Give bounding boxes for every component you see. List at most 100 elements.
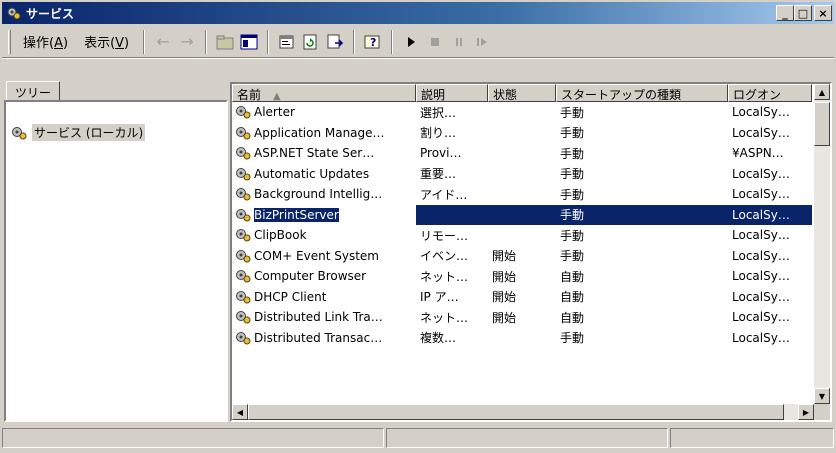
table-row[interactable]: Distributed Link Tra… ネット… 開始 自動 LocalSy… bbox=[232, 307, 812, 328]
services-gear-icon bbox=[7, 7, 21, 20]
cell-status bbox=[488, 164, 556, 185]
cell-startup-type: 手動 bbox=[560, 228, 585, 243]
maximize-button[interactable]: □ bbox=[794, 5, 812, 21]
table-row[interactable]: Automatic Updates 重要… 手動 LocalSy… bbox=[232, 164, 812, 185]
cell-status bbox=[488, 102, 556, 123]
properties-icon[interactable] bbox=[275, 30, 299, 54]
toolbar-grip[interactable] bbox=[8, 29, 11, 54]
cell-logon: LocalSy… bbox=[732, 166, 790, 181]
table-row[interactable]: Distributed Transac… 複数… 手動 LocalSy… bbox=[232, 328, 812, 349]
cell-description: Provi… bbox=[420, 146, 462, 161]
tree-tabbar: ツリー bbox=[4, 78, 228, 103]
service-name: BizPrintServer bbox=[254, 207, 339, 222]
service-gear-icon bbox=[236, 126, 251, 140]
scroll-right-icon[interactable]: ▶ bbox=[798, 404, 814, 420]
cell-status: 開始 bbox=[492, 290, 517, 305]
forward-arrow-icon[interactable]: → bbox=[175, 30, 199, 54]
table-row[interactable]: ASP.NET State Ser… Provi… 手動 ¥ASPN… bbox=[232, 143, 812, 164]
cell-name: Background Intellig… bbox=[232, 184, 416, 205]
service-name: Computer Browser bbox=[254, 269, 367, 284]
scroll-thumb[interactable] bbox=[814, 102, 830, 146]
cell-name: Distributed Transac… bbox=[232, 328, 416, 349]
cell-name: DHCP Client bbox=[232, 287, 416, 308]
cell-description: IP ア… bbox=[420, 290, 459, 305]
cell-startup-type: 自動 bbox=[560, 290, 585, 305]
cell-status: 開始 bbox=[492, 249, 517, 264]
cell-logon: LocalSy… bbox=[732, 105, 790, 120]
service-name: ASP.NET State Ser… bbox=[254, 146, 375, 161]
refresh-icon[interactable] bbox=[299, 30, 323, 54]
title-buttons: _ □ × bbox=[776, 5, 832, 21]
menu-action[interactable]: 操作(A) bbox=[15, 29, 76, 54]
cell-logon: LocalSy… bbox=[732, 125, 790, 140]
table-row[interactable]: Computer Browser ネット… 開始 自動 LocalSy… bbox=[232, 266, 812, 287]
cell-startup-type: 手動 bbox=[560, 249, 585, 264]
cell-status bbox=[488, 204, 556, 225]
service-gear-icon bbox=[236, 249, 251, 263]
cell-name: Computer Browser bbox=[232, 266, 416, 287]
cell-logon: LocalSy… bbox=[732, 228, 790, 243]
table-row[interactable]: BizPrintServer 手動 LocalSy… bbox=[232, 204, 812, 225]
cell-name: Application Manage… bbox=[232, 123, 416, 144]
export-list-icon[interactable] bbox=[323, 30, 347, 54]
cell-status bbox=[488, 143, 556, 164]
title-bar[interactable]: サービス _ □ × bbox=[2, 2, 834, 24]
cell-status: 開始 bbox=[492, 310, 517, 325]
table-row[interactable]: COM+ Event System イベン… 開始 手動 LocalSy… bbox=[232, 246, 812, 267]
cell-logon: LocalSy… bbox=[732, 330, 790, 345]
up-folder-icon[interactable] bbox=[213, 30, 237, 54]
menu-view[interactable]: 表示(V) bbox=[76, 29, 137, 54]
toolbar-separator bbox=[205, 29, 208, 54]
table-row[interactable]: Background Intellig… アイド… 手動 LocalSy… bbox=[232, 184, 812, 205]
table-row[interactable]: Application Manage… 割り… 手動 LocalSy… bbox=[232, 123, 812, 144]
minimize-button[interactable]: _ bbox=[776, 5, 794, 21]
service-name: Distributed Link Tra… bbox=[254, 310, 383, 325]
horizontal-scrollbar[interactable]: ◀ ▶ bbox=[232, 404, 814, 420]
cell-description: ネット… bbox=[420, 310, 469, 325]
column-header-logon[interactable]: ログオン bbox=[728, 84, 812, 102]
stop-service-icon[interactable] bbox=[423, 30, 447, 54]
cell-logon: LocalSy… bbox=[732, 187, 790, 202]
cell-name: ClipBook bbox=[232, 225, 416, 246]
services-gear-icon bbox=[12, 126, 27, 139]
cell-startup-type: 手動 bbox=[560, 126, 585, 141]
status-panel bbox=[670, 428, 834, 448]
cell-description: ネット… bbox=[420, 269, 469, 284]
tree-item-services-local[interactable]: サービス (ローカル) bbox=[10, 124, 146, 141]
scroll-up-icon[interactable]: ▲ bbox=[814, 84, 830, 100]
scroll-corner bbox=[814, 404, 830, 420]
close-button[interactable]: × bbox=[814, 5, 832, 21]
cell-logon: LocalSy… bbox=[732, 269, 790, 284]
tree-pane[interactable]: サービス (ローカル) bbox=[4, 100, 228, 422]
status-panel bbox=[2, 428, 384, 448]
column-header-description[interactable]: 説明 bbox=[416, 84, 488, 102]
table-row[interactable]: DHCP Client IP ア… 開始 自動 LocalSy… bbox=[232, 287, 812, 308]
cell-startup-type: 手動 bbox=[556, 204, 728, 225]
scroll-left-icon[interactable]: ◀ bbox=[232, 404, 248, 420]
table-row[interactable]: Alerter 選択… 手動 LocalSy… bbox=[232, 102, 812, 123]
vertical-scrollbar[interactable]: ▲ ▼ bbox=[814, 84, 830, 404]
start-service-icon[interactable] bbox=[399, 30, 423, 54]
scroll-down-icon[interactable]: ▼ bbox=[814, 388, 830, 404]
service-gear-icon bbox=[236, 290, 251, 304]
column-header-startup-type[interactable]: スタートアップの種類 bbox=[556, 84, 728, 102]
cell-logon: LocalSy… bbox=[732, 248, 790, 263]
cell-startup-type: 自動 bbox=[560, 269, 585, 284]
help-icon[interactable]: ? bbox=[361, 30, 385, 54]
scroll-thumb[interactable] bbox=[248, 404, 784, 420]
service-name: Application Manage… bbox=[254, 125, 385, 140]
cell-name: Distributed Link Tra… bbox=[232, 307, 416, 328]
sort-ascending-icon: ▲ bbox=[273, 91, 281, 102]
show-hide-tree-icon[interactable] bbox=[237, 30, 261, 54]
services-list[interactable]: 名前 ▲ 説明 状態 スタートアップの種類 ログオン Alerter 選択… 手動 Lo… bbox=[230, 82, 832, 422]
table-row[interactable]: ClipBook リモー… 手動 LocalSy… bbox=[232, 225, 812, 246]
service-gear-icon bbox=[236, 270, 251, 283]
restart-service-icon[interactable] bbox=[471, 30, 495, 54]
window-title: サービス bbox=[26, 6, 75, 21]
column-header-name[interactable]: 名前 ▲ bbox=[232, 84, 416, 102]
service-gear-icon bbox=[236, 311, 251, 324]
column-header-status[interactable]: 状態 bbox=[488, 84, 556, 102]
back-arrow-icon[interactable]: ← bbox=[151, 30, 175, 54]
cell-logon: LocalSy… bbox=[728, 204, 812, 225]
pause-service-icon[interactable] bbox=[447, 30, 471, 54]
